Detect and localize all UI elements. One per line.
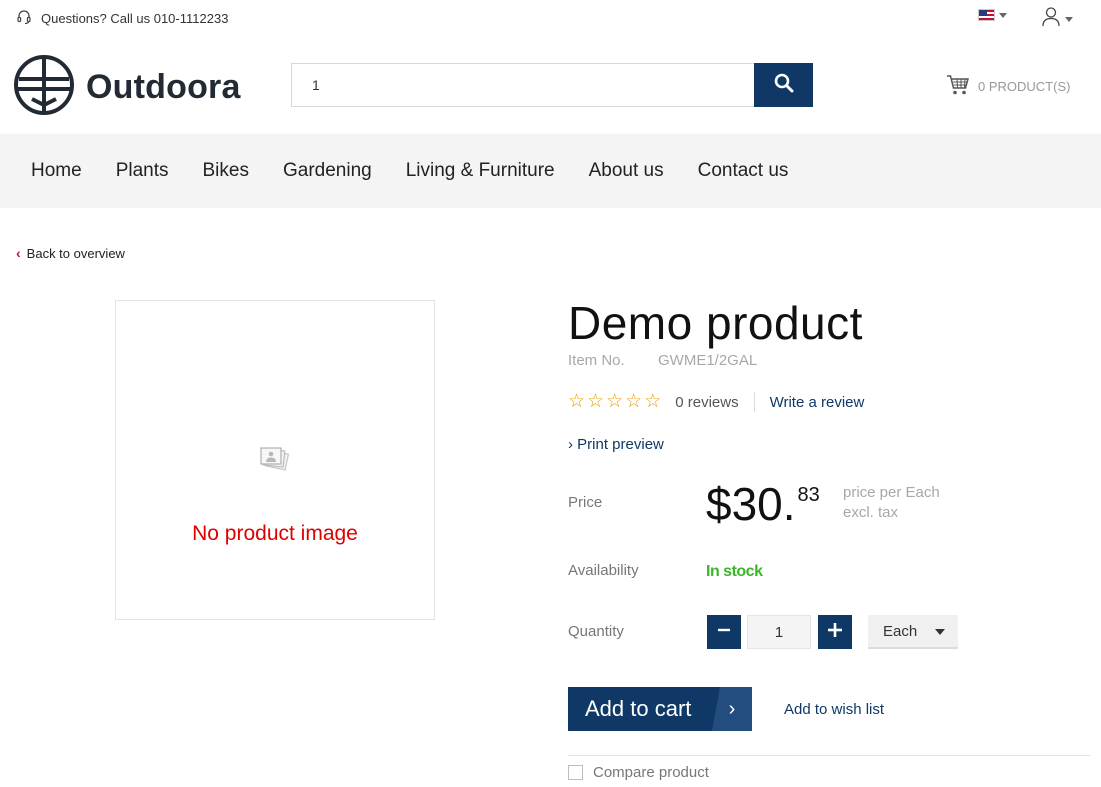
- add-to-wishlist-link[interactable]: Add to wish list: [784, 701, 884, 718]
- star-outline-icon[interactable]: ☆: [625, 392, 642, 412]
- plus-icon: [827, 622, 843, 643]
- print-preview-label: Print preview: [577, 436, 664, 453]
- stock-status: In stock: [706, 563, 763, 580]
- quantity-decrease-button[interactable]: [707, 615, 741, 649]
- print-preview-link[interactable]: › Print preview: [568, 436, 664, 453]
- add-to-cart-button[interactable]: Add to cart ›: [568, 687, 752, 731]
- price-main: $30.: [706, 478, 796, 530]
- nav-item-gardening[interactable]: Gardening: [283, 160, 372, 182]
- compare-checkbox[interactable]: [568, 765, 583, 780]
- quantity-input[interactable]: [747, 615, 811, 649]
- account-menu[interactable]: [1041, 6, 1073, 33]
- quantity-increase-button[interactable]: [818, 615, 852, 649]
- star-outline-icon[interactable]: ☆: [568, 392, 585, 412]
- item-number: Item No. GWME1/2GAL: [568, 352, 757, 369]
- chevron-down-icon: [1065, 17, 1073, 22]
- nav-item-bikes[interactable]: Bikes: [203, 160, 249, 182]
- compare-product[interactable]: Compare product: [568, 764, 709, 781]
- chevron-down-icon: [999, 12, 1007, 18]
- unit-select-value: Each: [883, 622, 918, 640]
- price-note: price per Each excl. tax: [843, 483, 940, 523]
- mini-cart[interactable]: 0 PRODUCT(S): [946, 74, 1070, 99]
- price-note-tax: excl. tax: [843, 504, 899, 521]
- search-button[interactable]: [754, 63, 813, 107]
- product-title: Demo product: [568, 297, 863, 349]
- site-logo[interactable]: Outdoora: [14, 55, 241, 120]
- headset-icon: [16, 9, 32, 28]
- chevron-left-icon: ‹: [16, 245, 21, 261]
- search-input[interactable]: [291, 63, 754, 107]
- back-link-label: Back to overview: [26, 245, 125, 261]
- nav-item-contact-us[interactable]: Contact us: [698, 160, 789, 182]
- user-icon: [1041, 6, 1061, 33]
- image-placeholder-icon: [259, 445, 291, 480]
- price-note-unit: price per Each: [843, 484, 940, 501]
- availability-label: Availability: [568, 562, 639, 579]
- item-number-value: GWME1/2GAL: [658, 352, 758, 369]
- review-count[interactable]: 0 reviews: [675, 394, 738, 411]
- shopping-cart-icon: [946, 74, 970, 99]
- chevron-down-icon: [935, 629, 945, 635]
- write-review-link[interactable]: Write a review: [770, 394, 865, 411]
- divider: [568, 755, 1090, 756]
- rating-row: ☆ ☆ ☆ ☆ ☆ 0 reviews Write a review: [568, 392, 864, 412]
- nav-item-living-furniture[interactable]: Living & Furniture: [406, 160, 555, 182]
- quantity-label: Quantity: [568, 623, 624, 640]
- star-outline-icon[interactable]: ☆: [644, 392, 661, 412]
- product-price: $30. 83: [706, 478, 820, 530]
- support-phone-text: Questions? Call us 010-1112233: [41, 11, 229, 26]
- logo-text: Outdoora: [86, 68, 241, 106]
- unit-select[interactable]: Each: [868, 615, 958, 649]
- item-number-label: Item No.: [568, 352, 625, 369]
- tree-logo-icon: [14, 55, 74, 120]
- price-label: Price: [568, 494, 603, 511]
- search-icon: [774, 73, 794, 98]
- compare-label: Compare product: [593, 764, 709, 781]
- main-navigation: Home Plants Bikes Gardening Living & Fur…: [0, 134, 1101, 208]
- add-to-cart-label: Add to cart: [585, 696, 692, 721]
- price-cents: 83: [797, 484, 820, 506]
- nav-item-about-us[interactable]: About us: [589, 160, 664, 182]
- top-bar: Questions? Call us 010-1112233: [0, 0, 1101, 36]
- star-outline-icon[interactable]: ☆: [606, 392, 623, 412]
- search-bar: [291, 63, 813, 107]
- star-rating: ☆ ☆ ☆ ☆ ☆: [568, 392, 661, 412]
- minus-icon: [717, 623, 731, 642]
- support-contact: Questions? Call us 010-1112233: [16, 9, 228, 28]
- star-outline-icon[interactable]: ☆: [587, 392, 604, 412]
- chevron-right-icon: ›: [568, 436, 573, 453]
- nav-item-plants[interactable]: Plants: [116, 160, 169, 182]
- back-to-overview-link[interactable]: ‹ Back to overview: [16, 245, 125, 261]
- nav-item-home[interactable]: Home: [31, 160, 82, 182]
- language-selector[interactable]: [978, 9, 1007, 21]
- cart-count-text: 0 PRODUCT(S): [978, 79, 1071, 94]
- no-image-text: No product image: [192, 522, 358, 545]
- product-image-placeholder: No product image: [115, 300, 435, 620]
- us-flag-icon: [978, 9, 995, 21]
- divider: [753, 392, 755, 412]
